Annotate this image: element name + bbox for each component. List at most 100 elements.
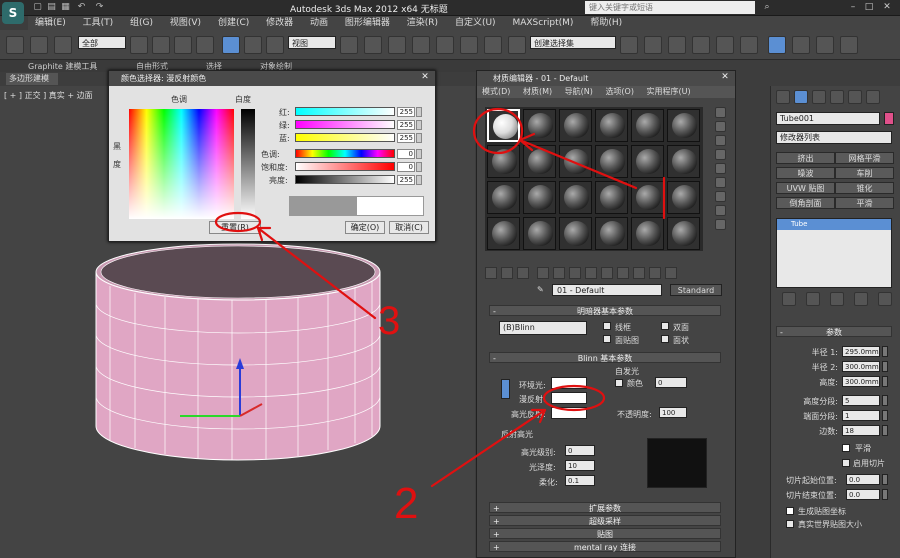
me-menu-item[interactable]: 选项(O): [605, 87, 634, 96]
self-illum-color-checkbox[interactable]: [615, 379, 623, 387]
parameters-rollout[interactable]: - 参数: [776, 326, 892, 337]
faceted-checkbox[interactable]: [661, 335, 669, 343]
smooth-button[interactable]: 平滑: [835, 197, 894, 209]
redo-icon[interactable]: ↷: [94, 2, 105, 13]
display-tab-icon[interactable]: [848, 90, 862, 104]
hue-value[interactable]: 0: [397, 149, 415, 159]
scale-icon[interactable]: [266, 36, 284, 54]
ambient-color-swatch[interactable]: [551, 377, 587, 389]
material-sample-slot[interactable]: [631, 145, 664, 178]
diffuse-color-swatch[interactable]: [551, 392, 587, 404]
material-id-icon[interactable]: [601, 267, 613, 279]
modifier-list-dropdown[interactable]: 修改器列表: [776, 131, 892, 144]
menu-item[interactable]: 创建(C): [218, 16, 249, 30]
material-sample-slot[interactable]: [559, 109, 592, 142]
copy-material-icon[interactable]: [553, 267, 565, 279]
render-production-icon[interactable]: [840, 36, 858, 54]
value-value[interactable]: 255: [397, 175, 415, 185]
material-name-field[interactable]: 01 - Default: [552, 284, 662, 296]
material-sample-slot[interactable]: [487, 181, 520, 214]
material-sample-slot[interactable]: [667, 109, 700, 142]
sample-type-icon[interactable]: [715, 107, 726, 118]
mirror-icon[interactable]: [620, 36, 638, 54]
menu-item[interactable]: 帮助(H): [590, 16, 622, 30]
render-setup-icon[interactable]: [792, 36, 810, 54]
go-to-parent-icon[interactable]: [649, 267, 661, 279]
whiteness-bar[interactable]: [241, 109, 255, 219]
me-menu-item[interactable]: 导航(N): [565, 87, 593, 96]
radius1-spinner[interactable]: [882, 346, 888, 357]
make-unique-icon[interactable]: [830, 292, 844, 306]
me-menu-item[interactable]: 材质(M): [523, 87, 552, 96]
material-sample-slot[interactable]: [667, 217, 700, 250]
opacity-value[interactable]: 100: [659, 407, 687, 418]
sides-spinner[interactable]: [882, 425, 888, 436]
menu-item[interactable]: 自定义(U): [455, 16, 496, 30]
slice-to-value[interactable]: 0.0: [846, 489, 880, 500]
material-navigator-icon[interactable]: [715, 219, 726, 230]
modify-tab-icon[interactable]: [794, 90, 808, 104]
snap-toggle-icon[interactable]: [412, 36, 430, 54]
material-sample-slot[interactable]: [667, 145, 700, 178]
slice-from-spinner[interactable]: [882, 474, 888, 485]
cancel-button[interactable]: 取消(C): [389, 221, 429, 234]
rect-selection-icon[interactable]: [174, 36, 192, 54]
window-crossing-icon[interactable]: [196, 36, 214, 54]
reference-coord-dropdown[interactable]: 视图: [288, 36, 336, 49]
specular-color-swatch[interactable]: [551, 407, 587, 419]
menu-item[interactable]: 视图(V): [170, 16, 201, 30]
material-sample-slot[interactable]: [631, 181, 664, 214]
hue-slider[interactable]: [295, 149, 395, 158]
me-menu-item[interactable]: 模式(D): [482, 87, 510, 96]
glossiness-value[interactable]: 10: [565, 460, 595, 471]
object-color-swatch[interactable]: [884, 112, 894, 125]
cap-segments-value[interactable]: 1: [842, 410, 880, 421]
smooth-checkbox[interactable]: [842, 444, 850, 452]
undo-toolbar-icon[interactable]: [6, 36, 24, 54]
show-map-icon[interactable]: [617, 267, 629, 279]
menu-item[interactable]: 渲染(R): [407, 16, 438, 30]
uvw-map-button[interactable]: UVW 贴图: [776, 182, 835, 194]
stack-item-tube[interactable]: Tube: [777, 219, 891, 230]
two-sided-checkbox[interactable]: [661, 322, 669, 330]
object-name-field[interactable]: Tube001: [776, 112, 880, 125]
radius2-value[interactable]: 300.0mm: [842, 361, 880, 372]
close-icon[interactable]: ✕: [718, 72, 732, 84]
material-sample-slot[interactable]: [631, 217, 664, 250]
face-map-checkbox[interactable]: [603, 335, 611, 343]
selection-filter-dropdown[interactable]: 全部: [78, 36, 126, 49]
height-value[interactable]: 300.0mm: [842, 376, 880, 387]
slice-to-spinner[interactable]: [882, 489, 888, 500]
utilities-tab-icon[interactable]: [866, 90, 880, 104]
create-tab-icon[interactable]: [776, 90, 790, 104]
material-sample-slot[interactable]: [559, 181, 592, 214]
uv-tiling-icon[interactable]: [715, 149, 726, 160]
material-type-button[interactable]: Standard: [670, 284, 722, 296]
undo-icon[interactable]: ↶: [76, 2, 87, 13]
height-spinner[interactable]: [882, 376, 888, 387]
red-slider[interactable]: [295, 107, 395, 116]
open-file-icon[interactable]: ▤: [46, 2, 57, 13]
select-by-material-icon[interactable]: [715, 205, 726, 216]
mental-ray-rollout[interactable]: + mental ray 连接: [489, 541, 721, 552]
graphite-toggle-icon[interactable]: [692, 36, 710, 54]
saturation-slider[interactable]: [295, 162, 395, 171]
background-icon[interactable]: [715, 135, 726, 146]
keyboard-shortcut-icon[interactable]: [388, 36, 406, 54]
eyedropper-icon[interactable]: ✎: [537, 285, 544, 294]
material-sample-slot[interactable]: [523, 217, 556, 250]
reset-map-icon[interactable]: [537, 267, 549, 279]
close-icon[interactable]: ✕: [880, 2, 894, 13]
make-unique-icon[interactable]: [569, 267, 581, 279]
supersampling-rollout[interactable]: + 超级采样: [489, 515, 721, 526]
polygon-modeling-tab[interactable]: 多边形建模: [6, 73, 58, 85]
select-object-icon[interactable]: [130, 36, 148, 54]
me-menu-item[interactable]: 实用程序(U): [647, 87, 691, 96]
edit-named-sel-icon[interactable]: [508, 36, 526, 54]
saturation-value[interactable]: 0: [397, 162, 415, 172]
lathe-button[interactable]: 车削: [835, 167, 894, 179]
menu-item[interactable]: 修改器: [266, 16, 293, 30]
reset-button[interactable]: 重置(R): [209, 221, 261, 234]
ok-button[interactable]: 确定(O): [345, 221, 385, 234]
hue-spinner[interactable]: [416, 149, 422, 159]
